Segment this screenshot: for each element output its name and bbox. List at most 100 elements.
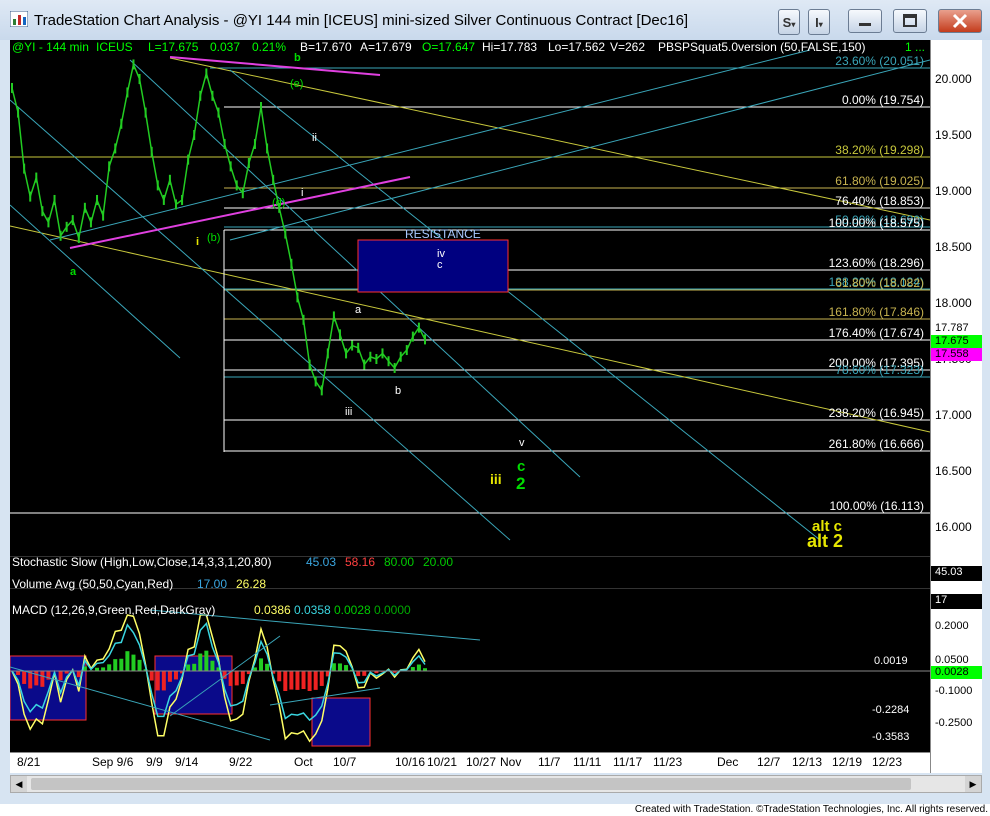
date-tick: 9/22 — [229, 755, 253, 769]
chart-area[interactable]: @YI - 144 min ICEUS L=17.675 0.037 0.21%… — [10, 40, 930, 773]
date-tick: 12/23 — [872, 755, 903, 769]
macd-histogram-bar — [283, 671, 288, 691]
price-bar — [314, 376, 317, 387]
maximize-button[interactable] — [893, 9, 927, 33]
price-bar — [363, 359, 366, 370]
chart-canvas — [10, 49, 930, 747]
header-exchange: ICEUS — [96, 40, 133, 54]
price-bar — [162, 194, 165, 205]
fib-label: 176.40% (17.674) — [828, 326, 924, 340]
price-bar — [229, 161, 232, 172]
price-badge-high: 17.787 — [931, 322, 982, 335]
price-bar — [156, 180, 159, 191]
price-bar — [253, 138, 256, 149]
scroll-left-arrow-icon[interactable]: ◀ — [11, 776, 27, 792]
macd-inline-value-1: 0.0019 — [874, 655, 908, 667]
volume-avg-label: Volume Avg (50,50,Cyan,Red) — [12, 577, 174, 591]
price-bar — [59, 230, 62, 241]
macd-histogram-bar — [16, 671, 21, 675]
price-tick: 18.000 — [935, 296, 972, 310]
macd-histogram-bar — [319, 671, 324, 686]
fib-label: 238.20% (16.945) — [828, 406, 924, 420]
s-button[interactable]: S▾ — [778, 9, 800, 35]
price-bar — [132, 59, 135, 70]
macd-histogram-bar — [101, 667, 106, 671]
macd-zero-value: 0.0000 — [374, 603, 411, 617]
cyan-channel-1 — [49, 49, 811, 241]
header-volume: V=262 — [610, 40, 646, 54]
cyan-channel-2 — [229, 59, 930, 241]
wave-2-green-label: 2 — [516, 474, 526, 493]
stochastic-label: Stochastic Slow (High,Low,Close,14,3,3,1… — [12, 555, 272, 569]
price-bar — [41, 206, 44, 217]
wave-a-green-label: a — [70, 266, 77, 278]
minimize-button[interactable] — [848, 9, 882, 33]
macd-histogram-bar — [337, 663, 342, 671]
macd-histogram-bar — [344, 665, 349, 671]
macd-histogram-bar — [289, 671, 294, 690]
header-last: L=17.675 — [148, 40, 199, 54]
price-bar — [144, 107, 147, 118]
close-button[interactable] — [938, 9, 982, 33]
wave-v-label: v — [519, 437, 525, 449]
scroll-right-arrow-icon[interactable]: ▶ — [965, 776, 981, 792]
volume-avg-v2: 26.28 — [236, 577, 267, 591]
header-open: O=17.647 — [422, 40, 476, 54]
macd-histogram-bar — [362, 671, 367, 676]
cyan-channel-3 — [10, 99, 511, 541]
fib-label: 78.60% (17.323) — [835, 363, 924, 377]
price-bar — [102, 210, 105, 221]
header-study-value: 1 ... — [905, 40, 926, 54]
header-ask: A=17.679 — [360, 40, 412, 54]
horizontal-scrollbar[interactable]: ◀ ▶ — [10, 775, 982, 793]
price-bar — [83, 202, 86, 213]
macd-label: MACD (12,26,9,Green,Red,DarkGray) — [12, 603, 216, 617]
macd-histogram-bar — [28, 671, 33, 689]
fib-label: 0.00% (19.754) — [841, 93, 924, 107]
price-axis[interactable]: 20.000 19.500 19.000 18.500 18.000 17.50… — [930, 40, 982, 773]
price-bar — [181, 194, 184, 205]
i-button[interactable]: I▾ — [808, 9, 830, 35]
stochastic-k-value: 45.03 — [306, 555, 337, 569]
date-tick: 11/11 — [573, 755, 602, 769]
header-bid: B=17.670 — [300, 40, 352, 54]
price-bar — [290, 258, 293, 269]
macd-histogram-bar — [149, 671, 154, 681]
price-bar — [29, 191, 32, 202]
price-bar — [114, 143, 117, 154]
fib-label: 61.80% (18.082) — [835, 276, 924, 290]
price-bar — [332, 311, 335, 322]
macd-histogram-bar — [58, 671, 63, 681]
price-badge-low: 17.558 — [931, 348, 982, 361]
wave-b-green-label: b — [294, 52, 301, 64]
wave-c-green-label: c — [517, 458, 526, 475]
macd-axis-badge: 0.0028 — [931, 666, 982, 679]
price-tick: 17.000 — [935, 408, 972, 422]
price-bar — [193, 130, 196, 140]
copyright-text: Created with TradeStation. ©TradeStation… — [634, 804, 988, 815]
price-tick: 19.000 — [935, 184, 972, 198]
macd-tick: 0.0500 — [935, 654, 969, 666]
wave-i-small-label: i — [301, 187, 304, 199]
wave-i-yellow-label: i — [196, 236, 200, 248]
header-study: PBSPSquat5.0version (50,FALSE,150) — [658, 40, 866, 54]
fib-label: 100.00% (18.575) — [828, 216, 924, 230]
scroll-thumb[interactable] — [31, 778, 911, 790]
macd-histogram-bar — [295, 671, 300, 690]
macd-histogram-bar — [186, 664, 191, 671]
price-bar — [120, 118, 123, 129]
macd-tick: 0.2000 — [935, 620, 969, 632]
price-bar — [187, 154, 190, 165]
price-bar — [241, 188, 244, 199]
date-tick: 11/23 — [653, 755, 683, 769]
macd-histogram-bar — [34, 671, 39, 686]
price-bar — [266, 143, 269, 154]
price-bar — [47, 217, 50, 228]
macd-histogram-bar — [301, 671, 306, 689]
macd-histogram-bar — [198, 653, 203, 671]
stochastic-os-value: 20.00 — [423, 555, 454, 569]
date-axis[interactable]: 8/21 Sep 9/6 9/9 9/14 9/22 Oct 10/7 10/1… — [10, 752, 930, 773]
price-bar — [211, 90, 214, 101]
maximize-icon — [903, 14, 917, 27]
price-bar — [424, 334, 426, 345]
